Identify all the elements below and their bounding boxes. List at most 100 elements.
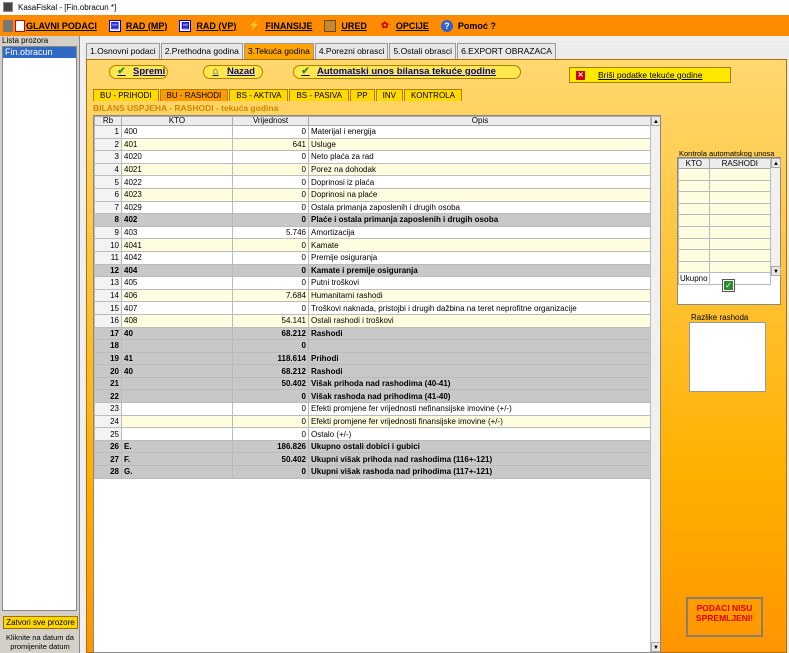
control-cell-rashodi[interactable] [708, 168, 772, 181]
menu-rad-vp[interactable]: ▤ RAD (VP) [179, 19, 236, 32]
control-cell-rashodi[interactable] [708, 179, 772, 193]
cell-vr[interactable]: 186.826 [232, 439, 309, 454]
cell-rb[interactable]: 5 [94, 175, 122, 189]
control-cell-kto[interactable] [678, 225, 710, 239]
menu-ured[interactable]: URED [324, 19, 367, 32]
cell-kto[interactable]: 408 [121, 313, 233, 328]
cell-rb[interactable]: 3 [94, 150, 122, 164]
cell-vr[interactable]: 68.212 [232, 326, 309, 341]
cell-kto[interactable] [121, 389, 233, 404]
cell-opis[interactable]: Porez na dohodak [308, 162, 652, 177]
table-row[interactable]: 25 0 Ostalo (+/-) [94, 427, 652, 441]
menu-glavni-podaci[interactable]: GLAVNI PODACI [26, 21, 97, 31]
table-row[interactable]: 3 4020 0 Neto plaća za rad [94, 150, 652, 164]
cell-rb[interactable]: 12 [94, 263, 122, 278]
control-row[interactable] [678, 202, 772, 216]
cell-kto[interactable] [121, 376, 233, 391]
control-cell-rashodi[interactable] [708, 202, 772, 216]
cell-vr[interactable]: 0 [232, 339, 309, 353]
subtab-bu-rashodi[interactable]: BU - RASHODI [159, 89, 229, 101]
cell-opis[interactable]: Efekti promjene fer vrijednosti finansij… [308, 414, 652, 429]
cell-opis[interactable]: Kamate [308, 238, 652, 252]
column-header-kto[interactable]: KTO [121, 116, 233, 126]
table-row[interactable]: 16 408 54.141 Ostali rashodi i troškovi [94, 313, 652, 328]
cell-vr[interactable]: 0 [232, 389, 309, 404]
cell-opis[interactable]: Efekti promjene fer vrijednosti nefinans… [308, 402, 652, 416]
cell-vr[interactable]: 7.684 [232, 288, 309, 303]
cell-opis[interactable]: Amortizacija [308, 225, 652, 240]
table-row[interactable]: 20 40 68.212 Rashodi [94, 364, 652, 378]
cell-opis[interactable]: Putni troškovi [308, 276, 652, 290]
cell-rb[interactable]: 7 [94, 200, 122, 215]
table-row[interactable]: 22 0 Višak rashoda nad prihodima (41-40) [94, 389, 652, 404]
cell-rb[interactable]: 27 [94, 452, 122, 467]
control-cell-kto[interactable] [678, 260, 710, 274]
cell-vr[interactable]: 0 [232, 150, 309, 164]
control-cell-kto[interactable] [678, 179, 710, 193]
calculator-icon[interactable] [3, 19, 13, 32]
cell-kto[interactable]: 403 [121, 225, 233, 240]
cell-opis[interactable]: Plaće i ostala primanja zaposlenih i dru… [308, 213, 652, 227]
control-row[interactable] [678, 249, 772, 262]
cell-kto[interactable]: 40 [121, 326, 233, 341]
cell-opis[interactable]: Višak rashoda nad prihodima (41-40) [308, 389, 652, 404]
table-row[interactable]: 15 407 0 Troškovi naknada, pristojbi i drug… [94, 301, 652, 315]
cell-vr[interactable]: 0 [232, 276, 309, 290]
cell-opis[interactable] [308, 339, 652, 353]
table-row[interactable]: 26 E. 186.826 Ukupno ostali dobici i gubici [94, 439, 652, 454]
table-row[interactable]: 10 4041 0 Kamate [94, 238, 652, 252]
cell-rb[interactable]: 4 [94, 162, 122, 177]
column-header-opis[interactable]: Opis [308, 116, 652, 126]
cell-opis[interactable]: Kamate i premije osiguranja [308, 263, 652, 278]
cell-opis[interactable]: Ukupni višak rashoda nad prihodima (117+… [308, 465, 652, 479]
cell-kto[interactable]: F. [121, 452, 233, 467]
cell-vr[interactable]: 118.614 [232, 351, 309, 366]
cell-opis[interactable]: Usluge [308, 137, 652, 152]
close-all-windows-button[interactable]: Zatvori sve prozore [3, 616, 78, 629]
cell-rb[interactable]: 17 [94, 326, 122, 341]
cell-vr[interactable]: 50.402 [232, 376, 309, 391]
menu-finansije[interactable]: ⚡ FINANSIJE [248, 20, 313, 32]
cell-rb[interactable]: 23 [94, 402, 122, 416]
control-row[interactable] [678, 260, 772, 274]
table-row[interactable]: 11 4042 0 Premije osiguranja [94, 250, 652, 265]
tab-export-obrazaca[interactable]: 6.EXPORT OBRAZACA [457, 43, 556, 59]
subtab-bs-pasiva[interactable]: BS - PASIVA [289, 89, 349, 101]
tab-ostali-obrasci[interactable]: 5.Ostali obrasci [389, 43, 457, 59]
control-row[interactable] [678, 179, 772, 193]
cell-vr[interactable]: 0 [232, 427, 309, 441]
cell-kto[interactable]: 405 [121, 276, 233, 290]
control-cell-kto[interactable] [678, 191, 710, 204]
control-cell-kto[interactable] [678, 237, 710, 251]
cell-opis[interactable]: Doprinosi na plaće [308, 187, 652, 202]
cell-opis[interactable]: Ukupno ostali dobici i gubici [308, 439, 652, 454]
table-row[interactable]: 2 401 641 Usluge [94, 137, 652, 152]
cell-rb[interactable]: 19 [94, 351, 122, 366]
cell-rb[interactable]: 15 [94, 301, 122, 315]
cell-opis[interactable]: Višak prihoda nad rashodima (40-41) [308, 376, 652, 391]
table-row[interactable]: 13 405 0 Putni troškovi [94, 276, 652, 290]
cell-rb[interactable]: 10 [94, 238, 122, 252]
cell-kto[interactable]: 40 [121, 364, 233, 378]
cell-rb[interactable]: 20 [94, 364, 122, 378]
table-row[interactable]: 4 4021 0 Porez na dohodak [94, 162, 652, 177]
cell-rb[interactable]: 16 [94, 313, 122, 328]
control-cell-kto[interactable] [678, 214, 710, 227]
cell-opis[interactable]: Ostali rashodi i troškovi [308, 313, 652, 328]
cell-vr[interactable]: 641 [232, 137, 309, 152]
cell-opis[interactable]: Humanitarni rashodi [308, 288, 652, 303]
cell-rb[interactable]: 11 [94, 250, 122, 265]
cell-kto[interactable]: 4020 [121, 150, 233, 164]
control-cell-kto[interactable] [678, 202, 710, 216]
cell-vr[interactable]: 5.746 [232, 225, 309, 240]
subtab-inv[interactable]: INV [375, 89, 403, 101]
cell-kto[interactable] [121, 402, 233, 416]
cell-rb[interactable]: 14 [94, 288, 122, 303]
cell-kto[interactable]: 4042 [121, 250, 233, 265]
table-row[interactable]: 7 4029 0 Ostala primanja zaposlenih i drug… [94, 200, 652, 215]
cell-vr[interactable]: 0 [232, 465, 309, 479]
subtab-pp[interactable]: PP [349, 89, 375, 101]
scroll-down-icon[interactable]: ▼ [651, 642, 660, 652]
cell-vr[interactable]: 0 [232, 187, 309, 202]
table-row[interactable]: 27 F. 50.402 Ukupni višak prihoda nad rasho… [94, 452, 652, 467]
